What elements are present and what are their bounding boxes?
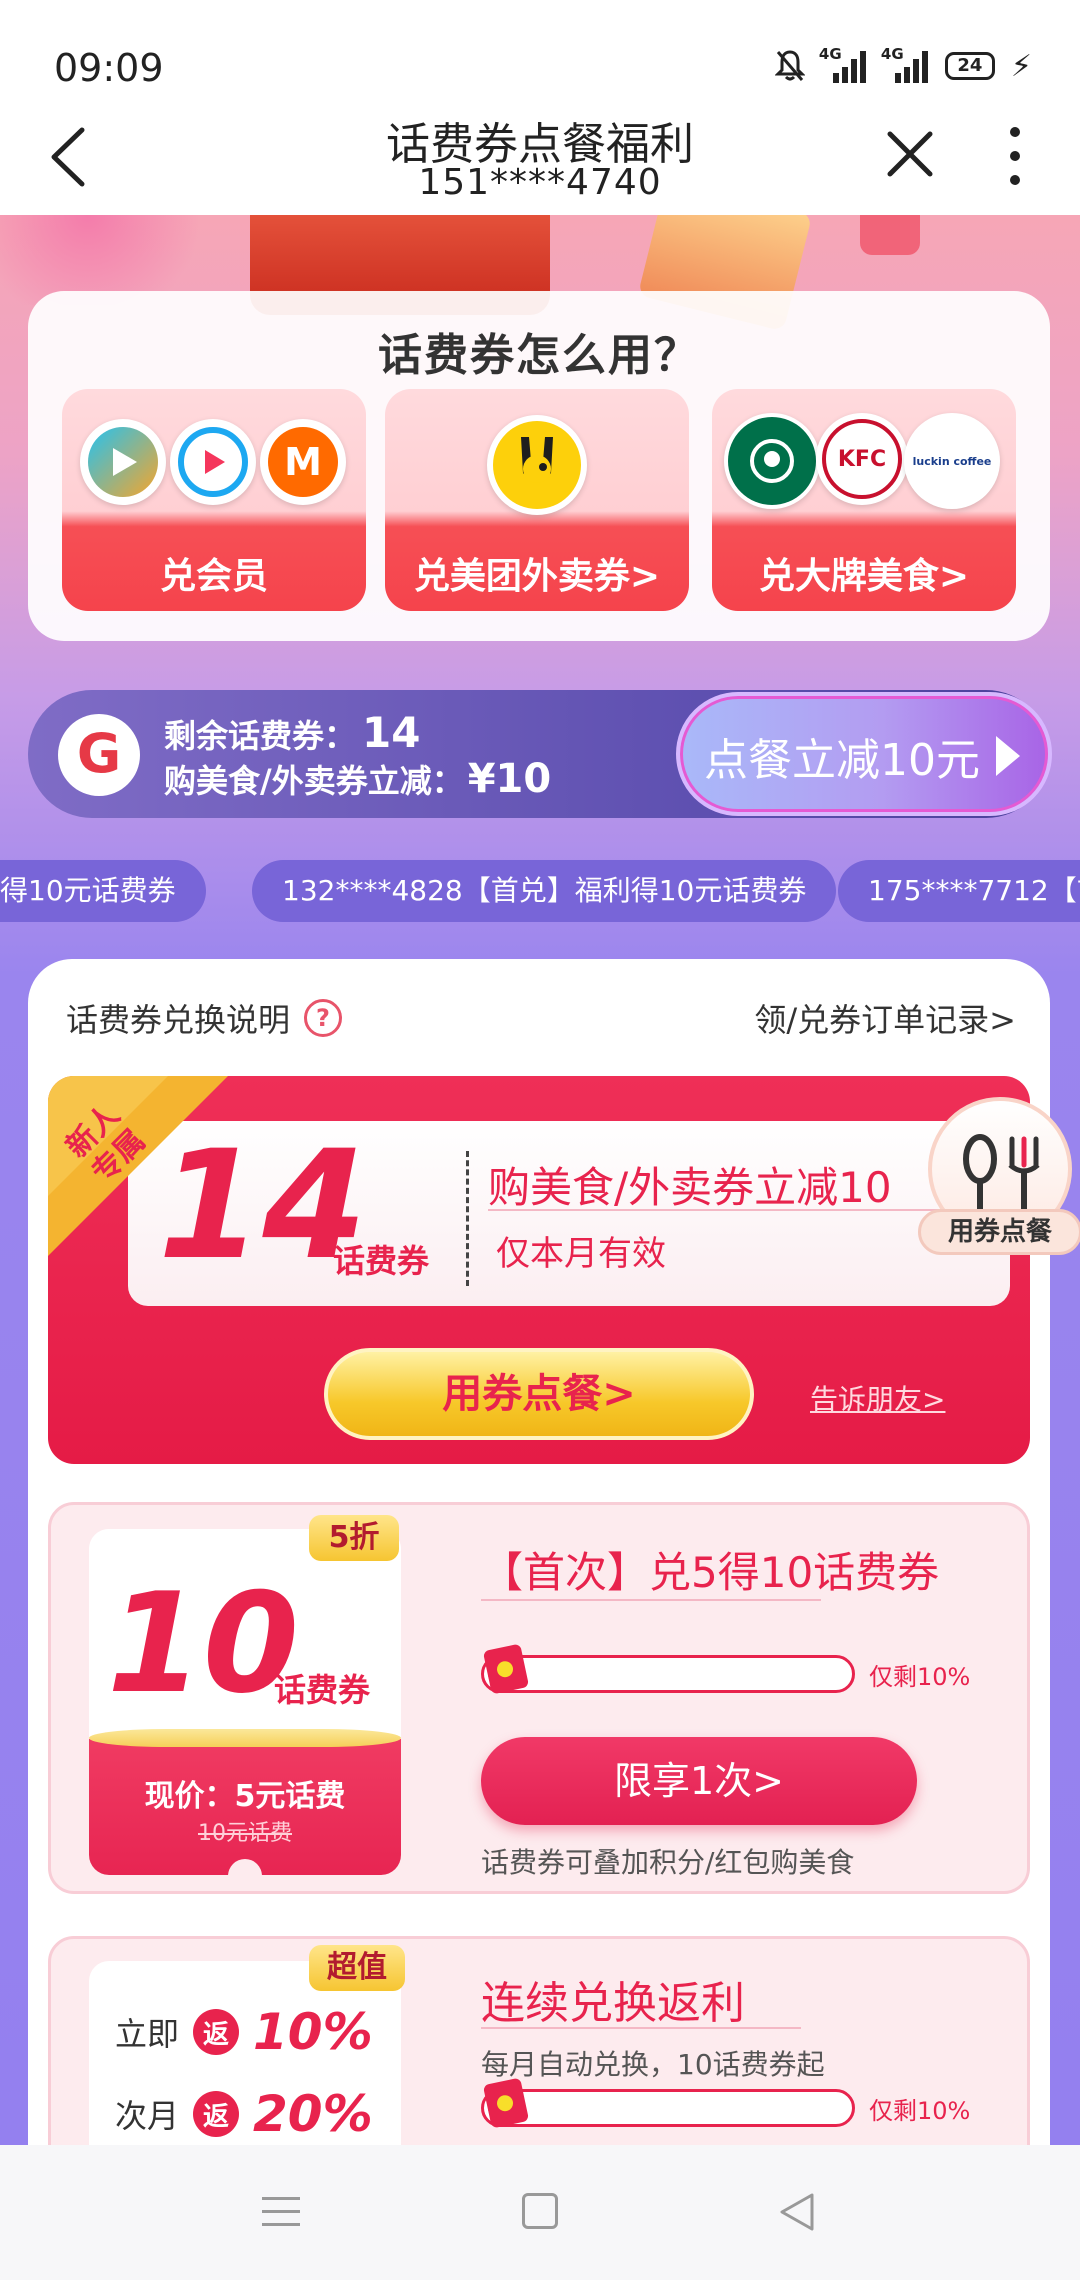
- exchange-amount: 10: [107, 1563, 300, 1724]
- howto-item-label: 兑美团外卖券>: [413, 556, 661, 597]
- stock-remaining: 仅剩10%: [869, 2097, 971, 2125]
- coupon-description: 购美食/外卖券立减10: [488, 1163, 892, 1212]
- use-coupon-float-button[interactable]: 用券点餐: [918, 1097, 1080, 1259]
- coupon-validity: 仅本月有效: [496, 1234, 666, 1274]
- banner-decoration-right: [860, 215, 920, 255]
- g-logo-icon: G: [58, 714, 140, 796]
- order-discount-button[interactable]: 点餐立减10元: [676, 692, 1052, 816]
- current-price: 现价：5元话费: [144, 1779, 346, 1814]
- exchange-title: 【首次】兑5得10话费券: [481, 1548, 940, 1597]
- first-exchange-card: 10 话费券 现价：5元话费 10元话费 5折 【首次】兑5得10话费券 仅剩1…: [48, 1502, 1030, 1894]
- discount-amount: 购美食/外卖券立减： ¥10: [164, 756, 552, 802]
- red-packet-icon: [482, 2077, 530, 2129]
- status-icons: 4G 4G 24 ⚡: [774, 44, 1032, 88]
- new-user-coupon-card: 新人 专属 14 话费券 购美食/外卖券立减10 仅本月有效 用券点餐> 告诉朋…: [48, 1076, 1030, 1464]
- continuous-title: 连续兑换返利: [481, 1978, 745, 2029]
- home-icon[interactable]: [522, 2193, 558, 2229]
- exchange-note: 话费券可叠加积分/红包购美食: [481, 1846, 855, 1879]
- remaining-coupons: 剩余话费券： 14: [164, 708, 421, 757]
- exchange-explain-label: 话费券兑换说明: [66, 1001, 291, 1039]
- signal-2-icon: 4G: [881, 45, 929, 83]
- limited-once-button[interactable]: 限享1次>: [481, 1737, 917, 1825]
- howto-item-membership[interactable]: M 兑会员: [62, 389, 366, 611]
- coupon-divider: [466, 1151, 469, 1286]
- howto-title: 话费券怎么用？: [378, 330, 700, 381]
- title-underline: [481, 2027, 801, 2029]
- rebate-badge-icon: 返: [193, 2009, 240, 2055]
- original-price: 10元话费: [198, 1821, 292, 1846]
- howto-card: 话费券怎么用？ M 兑会员 兑美团外卖券> KFC luckin coffee …: [28, 291, 1050, 641]
- rebate-badge-icon: 返: [193, 2091, 240, 2137]
- continuous-subtitle: 每月自动兑换，10话费券起: [481, 2048, 825, 2081]
- howto-item-label: 兑会员: [159, 556, 268, 597]
- charging-icon: ⚡: [1010, 48, 1032, 84]
- use-coupon-badge-label: 用券点餐: [918, 1209, 1080, 1255]
- mango-tv-logo-icon: M: [260, 419, 346, 505]
- exchange-explain-link[interactable]: 话费券兑换说明 ?: [66, 995, 343, 1041]
- ticker-item: 得10元话费券: [0, 860, 206, 922]
- howto-item-label: 兑大牌美食>: [758, 556, 970, 597]
- value-tag: 超值: [309, 1945, 405, 1991]
- stock-progress-bar: [481, 2089, 855, 2127]
- more-icon[interactable]: [1000, 124, 1030, 188]
- redeem-ticker: 得10元话费券 132****4828【首兑】福利得10元话费券 175****…: [0, 860, 1080, 922]
- order-records-link[interactable]: 领/兑券订单记录>: [754, 995, 1016, 1041]
- title-bar: 话费券点餐福利 151****4740: [0, 100, 1080, 215]
- main-content: 话费券怎么用？ M 兑会员 兑美团外卖券> KFC luckin coffee …: [0, 215, 1080, 2145]
- luckin-logo-icon: luckin coffee: [904, 413, 1000, 509]
- menu-icon[interactable]: [262, 2197, 300, 2227]
- howto-item-brands[interactable]: KFC luckin coffee 兑大牌美食>: [712, 389, 1016, 611]
- question-icon[interactable]: ?: [304, 999, 343, 1037]
- kfc-logo-icon: KFC: [816, 413, 908, 505]
- title-underline: [481, 1599, 821, 1601]
- ticker-item: 175****7712【首: [838, 860, 1080, 922]
- back-triangle-icon[interactable]: [778, 2191, 816, 2233]
- battery-icon: 24: [944, 52, 995, 80]
- coupon-unit: 话费券: [333, 1242, 430, 1280]
- use-coupon-order-button[interactable]: 用券点餐>: [324, 1348, 754, 1440]
- coupon-summary-bar: G 剩余话费券： 14 购美食/外卖券立减： ¥10 点餐立减10元: [28, 690, 1052, 818]
- stock-progress-bar: [481, 1655, 855, 1693]
- signal-1-icon: 4G: [819, 45, 867, 83]
- continuous-exchange-card: 超值 立即 返 10% 次月 返 20% 连续兑换返利 每月自动兑换，10话费券…: [48, 1936, 1030, 2145]
- mute-bell-icon: [774, 50, 805, 81]
- howto-item-meituan[interactable]: 兑美团外卖券>: [385, 389, 689, 611]
- youku-logo-icon: [170, 419, 256, 505]
- exchange-panel: 话费券兑换说明 ? 领/兑券订单记录> 新人 专属 14 话费券 购美食/外卖券…: [28, 959, 1050, 2145]
- stock-remaining: 仅剩10%: [869, 1663, 971, 1691]
- status-time: 09:09: [54, 46, 164, 90]
- play-arrow-icon: [996, 736, 1020, 776]
- close-icon[interactable]: [880, 124, 940, 184]
- ticker-item: 132****4828【首兑】福利得10元话费券: [252, 860, 837, 922]
- starbucks-logo-icon: [724, 413, 820, 509]
- tencent-video-logo-icon: [80, 419, 166, 505]
- meituan-logo-icon: [487, 415, 587, 515]
- discount-tag: 5折: [309, 1515, 399, 1561]
- red-packet-icon: [482, 1643, 530, 1695]
- description-underline: [488, 1209, 958, 1211]
- status-bar: 09:09 4G 4G 24 ⚡: [0, 0, 1080, 100]
- rebate-row-next-month: 次月 返 20%: [115, 2085, 373, 2143]
- rebate-row-now: 立即 返 10%: [115, 2003, 373, 2061]
- exchange-coupon: 10 话费券 现价：5元话费 10元话费: [89, 1529, 401, 1875]
- exchange-unit: 话费券: [274, 1671, 371, 1709]
- tell-friends-link[interactable]: 告诉朋友>: [810, 1378, 945, 1418]
- system-nav-bar: [0, 2145, 1080, 2280]
